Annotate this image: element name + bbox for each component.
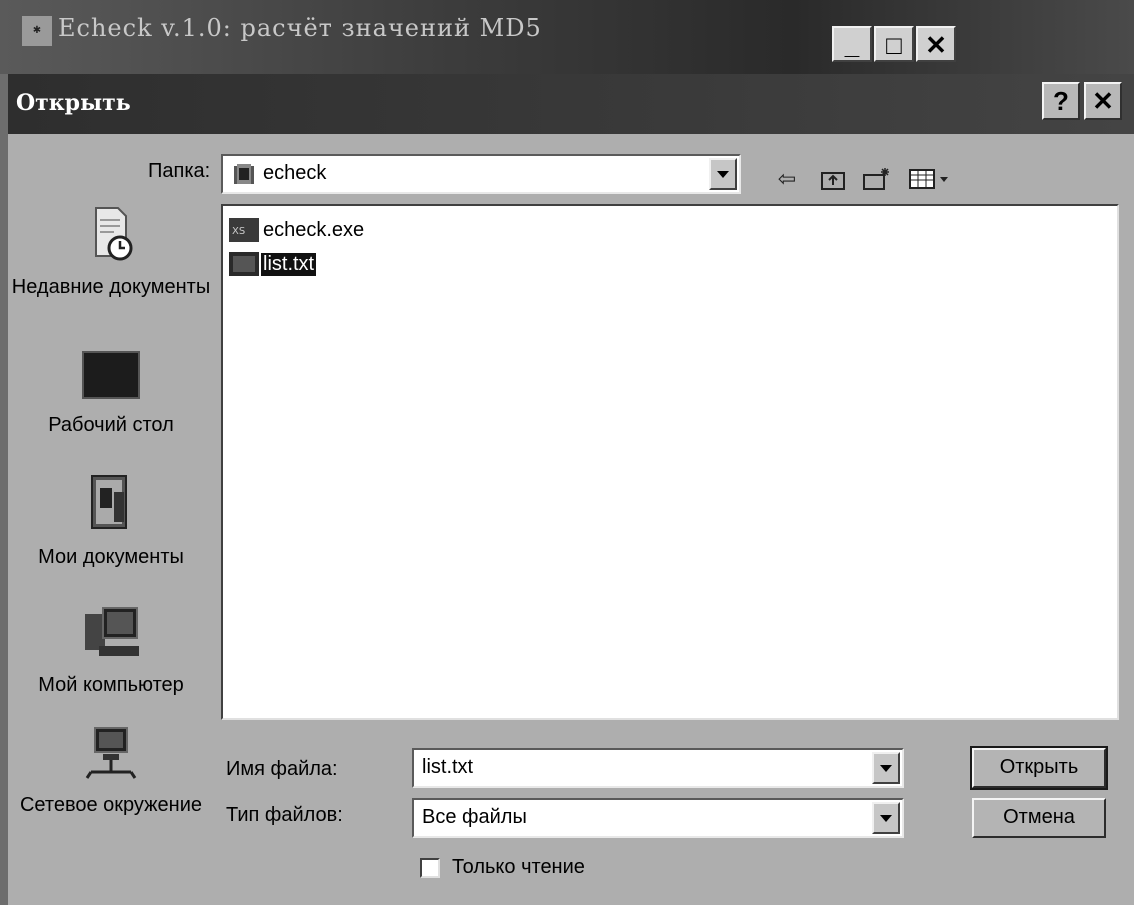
filetype-value: Все файлы	[422, 806, 527, 828]
app-title-bar: ✱ Echeck v.1.0: расчёт значений MD5 _ □ …	[0, 0, 1134, 74]
file-list[interactable]: XS echeck.exe list.txt	[221, 204, 1119, 720]
place-my-computer[interactable]: Мой компьютер	[8, 604, 214, 697]
maximize-button[interactable]: □	[874, 26, 914, 62]
svg-text:XS: XS	[232, 226, 245, 237]
list-item-selected[interactable]: list.txt	[229, 250, 317, 278]
folder-icon	[234, 164, 254, 184]
folder-select[interactable]: echeck	[221, 154, 741, 194]
cancel-button[interactable]: Отмена	[972, 798, 1106, 838]
network-icon	[85, 727, 137, 779]
dialog-close-button[interactable]: ✕	[1084, 82, 1122, 120]
list-item[interactable]: XS echeck.exe	[229, 216, 366, 244]
my-documents-icon	[91, 475, 127, 529]
help-button[interactable]: ?	[1042, 82, 1080, 120]
filetype-label: Тип файлов:	[226, 804, 343, 826]
file-name: echeck.exe	[263, 218, 365, 241]
place-desktop[interactable]: Рабочий стол	[8, 350, 214, 437]
file-name: list.txt	[261, 252, 317, 276]
place-my-documents[interactable]: Мои документы	[8, 470, 214, 569]
filename-field[interactable]: list.txt	[412, 748, 904, 788]
app-title: Echeck v.1.0: расчёт значений MD5	[58, 14, 542, 42]
up-folder-icon[interactable]	[816, 164, 850, 194]
minimize-button[interactable]: _	[832, 26, 872, 62]
folder-label: Папка:	[148, 160, 211, 182]
place-label: Рабочий стол	[48, 414, 174, 436]
desktop-icon	[82, 351, 140, 399]
app-close-button[interactable]: ✕	[916, 26, 956, 62]
open-button[interactable]: Открыть	[970, 746, 1108, 790]
view-menu-icon[interactable]	[906, 164, 956, 194]
exe-file-icon: XS	[229, 218, 259, 242]
readonly-checkbox[interactable]	[420, 858, 440, 878]
filename-label: Имя файла:	[226, 758, 338, 780]
recent-documents-icon	[95, 207, 133, 261]
readonly-label: Только чтение	[452, 856, 585, 878]
open-dialog: Открыть ? ✕ Папка: echeck ⇦ Недавние док…	[8, 74, 1134, 905]
chevron-down-icon[interactable]	[709, 158, 737, 190]
chevron-down-icon[interactable]	[872, 752, 900, 784]
text-file-icon	[229, 252, 259, 276]
place-label: Мой компьютер	[38, 674, 184, 696]
my-computer-icon	[85, 607, 139, 656]
new-folder-icon[interactable]	[860, 164, 894, 194]
folder-value: echeck	[263, 162, 327, 184]
dialog-title-bar: Открыть ? ✕	[8, 74, 1134, 134]
chevron-down-icon[interactable]	[872, 802, 900, 834]
place-label: Мои документы	[38, 546, 184, 568]
app-icon: ✱	[22, 16, 52, 46]
back-icon[interactable]: ⇦	[770, 164, 804, 194]
screen: ✱ Echeck v.1.0: расчёт значений MD5 _ □ …	[0, 0, 1134, 905]
place-label: Недавние документы	[11, 276, 211, 298]
dialog-title: Открыть	[16, 90, 131, 116]
filetype-select[interactable]: Все файлы	[412, 798, 904, 838]
place-label: Сетевое окружение	[19, 794, 202, 816]
filename-value: list.txt	[422, 756, 474, 778]
place-recent-documents[interactable]: Недавние документы	[8, 204, 214, 299]
place-network[interactable]: Сетевое окружение	[8, 724, 214, 817]
